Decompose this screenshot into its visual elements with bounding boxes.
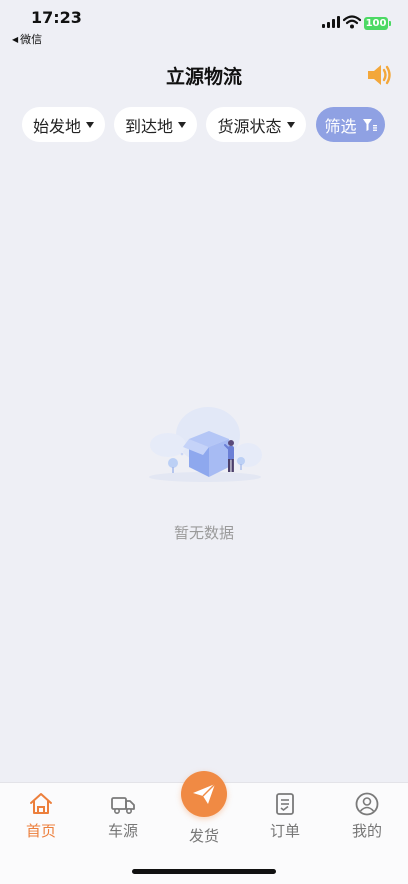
tab-ship-label: 发货 [188,827,219,845]
destination-filter[interactable]: 到达地 [114,107,197,142]
paper-plane-icon [193,783,216,804]
tab-vehicle-source[interactable]: 车源 [88,791,158,841]
destination-filter-label: 到达地 [124,116,173,136]
origin-filter-label: 始发地 [32,116,81,136]
speaker-icon[interactable] [366,62,394,88]
origin-filter[interactable]: 始发地 [22,107,105,142]
back-triangle-icon: ◀ [12,34,19,44]
filter-bar: 始发地 到达地 货源状态 筛选 [22,107,392,142]
home-indicator [132,869,276,874]
bottom-tab-bar: 首页 车源 发货 订单 我的 [0,771,408,884]
cellular-signal-icon [322,16,340,28]
caret-down-icon [86,121,94,128]
status-bar: 17:23 ◀ 微信 100 [0,0,408,48]
truck-icon [111,797,135,814]
tab-ship[interactable]: 发货 [169,771,239,846]
wifi-icon [343,15,361,29]
tab-vehicle-label: 车源 [107,822,138,840]
screen-button-label: 筛选 [324,116,357,136]
home-icon [30,793,52,814]
screen-button[interactable]: 筛选 [316,107,385,142]
page-title: 立源物流 [165,66,242,88]
tab-home-label: 首页 [25,822,56,840]
tab-mine[interactable]: 我的 [332,791,402,841]
back-to-app-link[interactable]: ◀ 微信 [12,31,42,47]
tab-mine-label: 我的 [351,822,382,840]
filter-funnel-icon [362,118,377,131]
tab-orders-label: 订单 [269,822,300,840]
status-time: 17:23 [31,8,82,27]
tab-orders[interactable]: 订单 [250,791,320,841]
back-app-label: 微信 [20,33,43,46]
battery-indicator: 100 [364,17,391,30]
empty-box-illustration [149,407,262,482]
caret-down-icon [286,121,295,128]
caret-down-icon [178,121,186,128]
tab-home[interactable]: 首页 [6,791,76,841]
cargo-status-filter[interactable]: 货源状态 [206,107,306,142]
cargo-status-filter-label: 货源状态 [217,116,282,136]
order-list-icon [276,793,294,815]
user-icon [355,792,379,816]
empty-state-text: 暂无数据 [173,524,234,542]
ship-button-circle [181,771,227,817]
